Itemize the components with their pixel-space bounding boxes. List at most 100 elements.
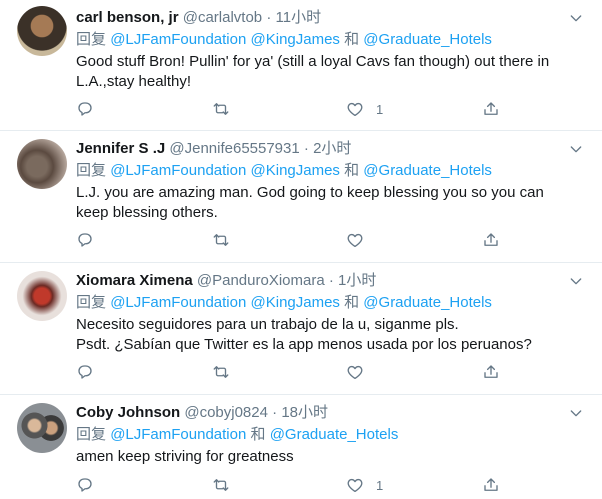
reply-button[interactable]: [76, 230, 94, 250]
mention-link[interactable]: @LJFamFoundation: [110, 426, 246, 443]
mention-link[interactable]: @Graduate_Hotels: [363, 162, 492, 179]
tweet-header: carl benson, jr @carlalvtob · 11小时: [76, 8, 321, 27]
retweet-icon: [212, 100, 230, 118]
handle[interactable]: @carlalvtob: [183, 9, 262, 26]
tweet-item[interactable]: Xiomara Ximena @PanduroXiomara · 1小时 回复 …: [0, 263, 602, 395]
retweet-button[interactable]: [212, 475, 230, 495]
tweet-item[interactable]: Coby Johnson @cobyj0824 · 18小时 回复 @LJFam…: [0, 395, 602, 499]
conjunction: 和: [344, 294, 360, 311]
share-icon: [482, 363, 500, 381]
tweet-text: Necesito seguidores para un trabajo de l…: [76, 315, 576, 355]
display-name[interactable]: Jennifer S .J: [76, 140, 165, 157]
timestamp[interactable]: 18小时: [281, 404, 328, 421]
reply-icon: [76, 100, 94, 118]
mention-link[interactable]: @Graduate_Hotels: [270, 426, 399, 443]
mention-link[interactable]: @Graduate_Hotels: [363, 294, 492, 311]
avatar[interactable]: [17, 139, 67, 189]
retweet-icon: [212, 476, 230, 494]
chevron-down-icon[interactable]: [568, 141, 584, 157]
reply-icon: [76, 363, 94, 381]
mention-link[interactable]: @LJFamFoundation: [110, 294, 246, 311]
handle[interactable]: @cobyj0824: [184, 404, 268, 421]
share-button[interactable]: [482, 475, 500, 495]
retweet-button[interactable]: [212, 362, 230, 382]
share-button[interactable]: [482, 230, 500, 250]
share-icon: [482, 476, 500, 494]
heart-icon: [346, 231, 364, 249]
separator: ·: [324, 272, 339, 289]
like-button[interactable]: [346, 230, 376, 250]
conjunction: 和: [344, 31, 360, 48]
reply-label: 回复: [76, 31, 107, 48]
action-bar: 1: [76, 99, 506, 119]
tweet-header: Coby Johnson @cobyj0824 · 18小时: [76, 403, 328, 422]
share-icon: [482, 231, 500, 249]
heart-icon: [346, 100, 364, 118]
mention-link[interactable]: @LJFamFoundation: [110, 31, 246, 48]
mention-link[interactable]: @KingJames: [251, 162, 340, 179]
tweet-header: Xiomara Ximena @PanduroXiomara · 1小时: [76, 271, 376, 290]
separator: ·: [299, 140, 314, 157]
like-button[interactable]: [346, 362, 376, 382]
mention-link[interactable]: @KingJames: [251, 294, 340, 311]
action-bar: 1: [76, 475, 506, 495]
tweet-text-line: Psdt. ¿Sabían que Twitter es la app meno…: [76, 336, 532, 353]
timestamp[interactable]: 2小时: [313, 140, 351, 157]
like-button[interactable]: 1: [346, 99, 383, 119]
share-button[interactable]: [482, 362, 500, 382]
timestamp[interactable]: 11小时: [276, 9, 322, 26]
action-bar: [76, 362, 506, 382]
reply-label: 回复: [76, 162, 107, 179]
replying-to: 回复 @LJFamFoundation 和 @Graduate_Hotels: [76, 425, 398, 444]
tweet-item[interactable]: carl benson, jr @carlalvtob · 11小时 回复 @L…: [0, 0, 602, 131]
handle[interactable]: @PanduroXiomara: [197, 272, 325, 289]
retweet-button[interactable]: [212, 99, 230, 119]
avatar[interactable]: [17, 271, 67, 321]
share-button[interactable]: [482, 99, 500, 119]
like-count: 1: [376, 477, 384, 493]
avatar[interactable]: [17, 6, 67, 56]
heart-icon: [346, 363, 364, 381]
retweet-icon: [212, 363, 230, 381]
tweet-text: L.J. you are amazing man. God going to k…: [76, 184, 544, 221]
heart-icon: [346, 476, 364, 494]
reply-button[interactable]: [76, 475, 94, 495]
tweet-header: Jennifer S .J @Jennife65557931 · 2小时: [76, 139, 351, 158]
avatar[interactable]: [17, 403, 67, 453]
reply-button[interactable]: [76, 362, 94, 382]
mention-link[interactable]: @KingJames: [251, 31, 340, 48]
display-name[interactable]: carl benson, jr: [76, 9, 179, 26]
mention-link[interactable]: @LJFamFoundation: [110, 162, 246, 179]
tweet-text: amen keep striving for greatness: [76, 448, 294, 465]
like-button[interactable]: 1: [346, 475, 383, 495]
separator: ·: [267, 404, 282, 421]
retweet-icon: [212, 231, 230, 249]
replying-to: 回复 @LJFamFoundation @KingJames 和 @Gradua…: [76, 293, 492, 312]
timestamp[interactable]: 1小时: [338, 272, 376, 289]
reply-icon: [76, 476, 94, 494]
chevron-down-icon[interactable]: [568, 405, 584, 421]
reply-feed: carl benson, jr @carlalvtob · 11小时 回复 @L…: [0, 0, 602, 499]
conjunction: 和: [344, 162, 360, 179]
share-icon: [482, 100, 500, 118]
retweet-button[interactable]: [212, 230, 230, 250]
reply-icon: [76, 231, 94, 249]
tweet-text-line: Necesito seguidores para un trabajo de l…: [76, 316, 459, 333]
like-count: 1: [376, 101, 384, 117]
action-bar: [76, 230, 506, 250]
replying-to: 回复 @LJFamFoundation @KingJames 和 @Gradua…: [76, 161, 492, 180]
handle[interactable]: @Jennife65557931: [169, 140, 299, 157]
reply-label: 回复: [76, 294, 107, 311]
reply-button[interactable]: [76, 99, 94, 119]
chevron-down-icon[interactable]: [568, 10, 584, 26]
display-name[interactable]: Coby Johnson: [76, 404, 180, 421]
mention-link[interactable]: @Graduate_Hotels: [363, 31, 492, 48]
separator: ·: [262, 9, 276, 26]
tweet-item[interactable]: Jennifer S .J @Jennife65557931 · 2小时 回复 …: [0, 131, 602, 263]
chevron-down-icon[interactable]: [568, 273, 584, 289]
reply-label: 回复: [76, 426, 107, 443]
tweet-text: Good stuff Bron! Pullin' for ya' (still …: [76, 53, 550, 90]
replying-to: 回复 @LJFamFoundation @KingJames 和 @Gradua…: [76, 30, 492, 49]
conjunction: 和: [250, 426, 266, 443]
display-name[interactable]: Xiomara Ximena: [76, 272, 193, 289]
